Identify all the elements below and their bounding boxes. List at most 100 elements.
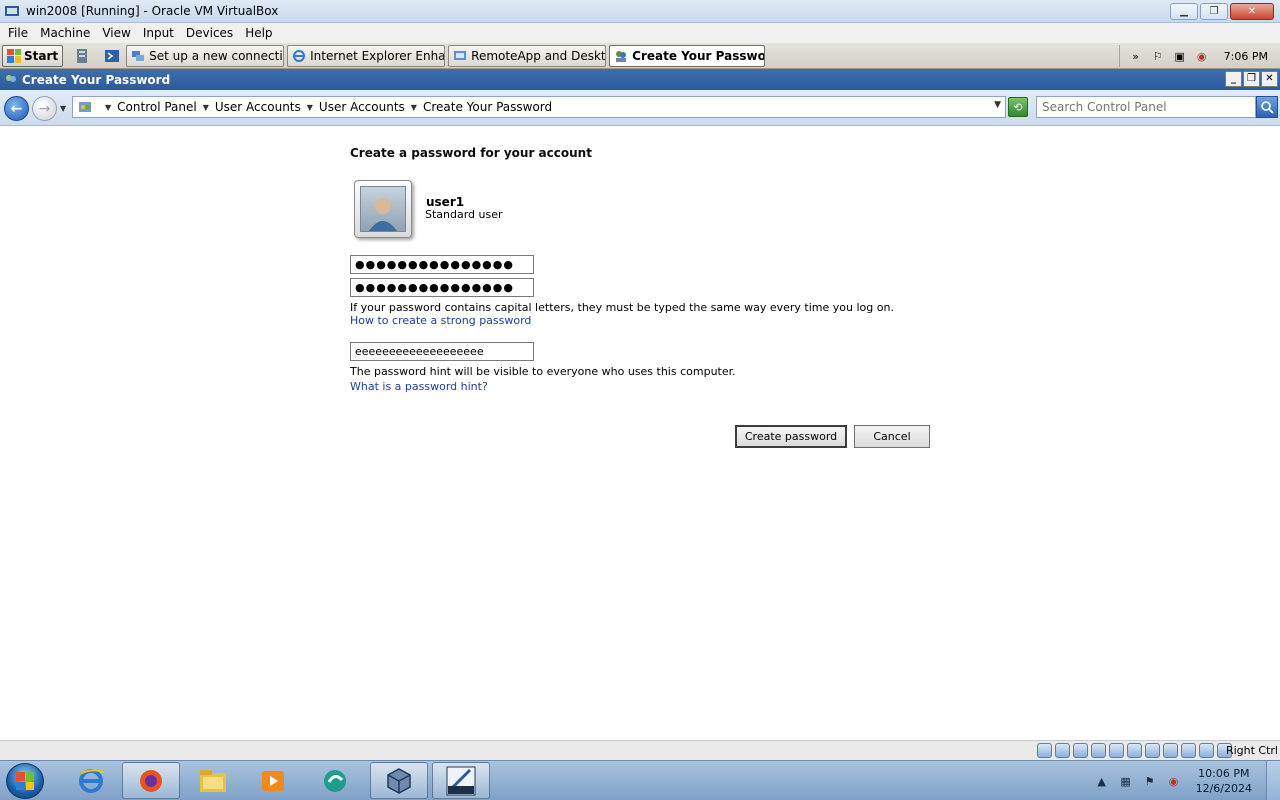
user-picture-icon xyxy=(360,186,406,232)
display-icon[interactable] xyxy=(1145,743,1160,758)
address-toolbar: ← → ▼ ▼ Control Panel ▼ User Accounts ▼ … xyxy=(0,90,1280,126)
crumb-chevron-icon[interactable]: ▼ xyxy=(307,103,313,112)
back-button[interactable]: ← xyxy=(4,96,29,121)
create-password-button[interactable]: Create password xyxy=(735,425,847,448)
forward-button[interactable]: → xyxy=(32,96,57,121)
menu-devices[interactable]: Devices xyxy=(180,26,239,40)
arrow-left-icon: ← xyxy=(10,100,23,117)
guest-taskbar: Start Set up a new connection... Interne… xyxy=(0,43,1280,69)
host-key-label: Right Ctrl xyxy=(1225,744,1278,757)
window-title: Create Your Password xyxy=(22,72,171,87)
powershell-icon[interactable] xyxy=(101,46,123,66)
remoteapp-icon xyxy=(454,50,467,60)
breadcrumb[interactable]: ▼ Control Panel ▼ User Accounts ▼ User A… xyxy=(72,96,1006,118)
shared-folder-icon[interactable] xyxy=(1127,743,1142,758)
crumb-chevron-icon[interactable]: ▼ xyxy=(203,103,209,112)
host-time: 10:06 PM xyxy=(1198,767,1250,780)
breadcrumb-create-password[interactable]: Create Your Password xyxy=(423,100,552,114)
cancel-button[interactable]: Cancel xyxy=(854,425,930,448)
host-system-tray: ▲ ▦ ⚑ ◉ 10:06 PM 12/6/2024 xyxy=(1086,761,1280,800)
user-account-type: Standard user xyxy=(425,208,503,221)
window-titlebar: Create Your Password _ ❐ ✕ xyxy=(0,69,1280,90)
volume-muted-icon[interactable]: ◉ xyxy=(1194,48,1210,64)
audio-icon[interactable] xyxy=(1073,743,1088,758)
virtualbox-app-icon xyxy=(5,6,19,16)
arrow-right-icon: → xyxy=(38,100,51,117)
refresh-button[interactable]: ⟲ xyxy=(1008,97,1028,117)
flag-icon[interactable]: ⚐ xyxy=(1150,48,1166,64)
windows-flag-icon xyxy=(7,48,21,63)
search-icon xyxy=(1261,101,1274,114)
control-panel-icon xyxy=(79,102,91,112)
ie-icon[interactable] xyxy=(62,762,120,799)
media-player-icon[interactable] xyxy=(244,762,302,799)
host-start-button[interactable] xyxy=(6,763,44,799)
host-clock[interactable]: 10:06 PM 12/6/2024 xyxy=(1196,766,1252,796)
ie-icon xyxy=(293,49,306,62)
breadcrumb-user-accounts[interactable]: User Accounts xyxy=(215,100,301,114)
minimize-button[interactable]: ▁ xyxy=(1170,3,1198,20)
menu-help[interactable]: Help xyxy=(239,26,278,40)
host-taskbar: ▲ ▦ ⚑ ◉ 10:06 PM 12/6/2024 xyxy=(0,760,1280,800)
window-minimize-button[interactable]: _ xyxy=(1225,71,1242,87)
task-remoteapp[interactable]: RemoteApp and Desktop... xyxy=(448,44,607,67)
user-name: user1 xyxy=(426,195,465,209)
optical-drive-icon[interactable] xyxy=(1055,743,1070,758)
page-title: Create a password for your account xyxy=(350,146,592,160)
new-password-field[interactable] xyxy=(350,255,534,274)
explorer-icon[interactable] xyxy=(184,762,242,799)
network-adapter-icon[interactable] xyxy=(1091,743,1106,758)
password-hint-link[interactable]: What is a password hint? xyxy=(350,380,488,393)
task-ie-enhanced[interactable]: Internet Explorer Enhan... xyxy=(287,44,446,67)
recording-icon[interactable] xyxy=(1163,743,1178,758)
remote-app-icon[interactable] xyxy=(306,762,364,799)
breadcrumb-control-panel[interactable]: Control Panel xyxy=(117,100,197,114)
address-dropdown-icon[interactable]: ▼ xyxy=(994,100,1001,110)
vbox-menubar: File Machine View Input Devices Help xyxy=(0,23,1280,43)
start-label: Start xyxy=(24,48,59,63)
action-center-flag-icon[interactable]: ⚑ xyxy=(1142,773,1158,789)
vbox-titlebar: win2008 [Running] - Oracle VM VirtualBox… xyxy=(0,0,1280,23)
network-tray-icon[interactable]: ▦ xyxy=(1118,773,1134,789)
search-button[interactable] xyxy=(1256,96,1278,118)
firefox-icon[interactable] xyxy=(122,762,180,799)
mouse-integration-icon[interactable] xyxy=(1199,743,1214,758)
window-close-button[interactable]: ✕ xyxy=(1261,71,1278,87)
search-input[interactable] xyxy=(1036,96,1256,118)
strong-password-link[interactable]: How to create a strong password xyxy=(350,314,531,327)
password-hint-field[interactable] xyxy=(350,342,534,361)
crumb-chevron-icon[interactable]: ▼ xyxy=(411,103,417,112)
usb-icon[interactable] xyxy=(1109,743,1124,758)
caps-note: If your password contains capital letter… xyxy=(350,301,894,314)
crumb-chevron-icon[interactable]: ▼ xyxy=(105,103,111,112)
windows-flag-icon xyxy=(16,772,34,790)
confirm-password-field[interactable] xyxy=(350,278,534,297)
menu-input[interactable]: Input xyxy=(137,26,180,40)
cpu-icon[interactable] xyxy=(1181,743,1196,758)
network-tray-icon[interactable]: ▣ xyxy=(1172,48,1188,64)
server-2008-icon[interactable] xyxy=(432,762,490,799)
show-hidden-icons-icon[interactable]: ▲ xyxy=(1094,773,1110,789)
start-button[interactable]: Start xyxy=(2,44,64,67)
breadcrumb-user-accounts-sub[interactable]: User Accounts xyxy=(319,100,405,114)
menu-machine[interactable]: Machine xyxy=(34,26,96,40)
show-desktop-button[interactable] xyxy=(1266,761,1280,800)
chevron-down-icon[interactable]: » xyxy=(1128,48,1144,64)
close-button[interactable]: ✕ xyxy=(1230,3,1274,20)
server-manager-icon[interactable] xyxy=(71,46,93,66)
user-accounts-icon xyxy=(6,74,16,82)
guest-clock[interactable]: 7:06 PM xyxy=(1224,50,1268,63)
menu-file[interactable]: File xyxy=(2,26,34,40)
virtualbox-icon[interactable] xyxy=(370,762,428,799)
volume-muted-icon[interactable]: ◉ xyxy=(1166,773,1182,789)
task-create-password[interactable]: Create Your Password xyxy=(609,44,766,67)
menu-view[interactable]: View xyxy=(96,26,136,40)
restore-button[interactable]: ❐ xyxy=(1200,3,1228,20)
guest-system-tray: » ⚐ ▣ ◉ 7:06 PM xyxy=(1118,45,1280,67)
window-restore-button[interactable]: ❐ xyxy=(1243,71,1260,87)
avatar xyxy=(354,180,412,238)
refresh-icon: ⟲ xyxy=(1013,100,1023,114)
hard-disk-icon[interactable] xyxy=(1037,743,1052,758)
recent-pages-chevron-icon[interactable]: ▼ xyxy=(60,104,66,113)
task-setup-connection[interactable]: Set up a new connection... xyxy=(126,44,285,67)
